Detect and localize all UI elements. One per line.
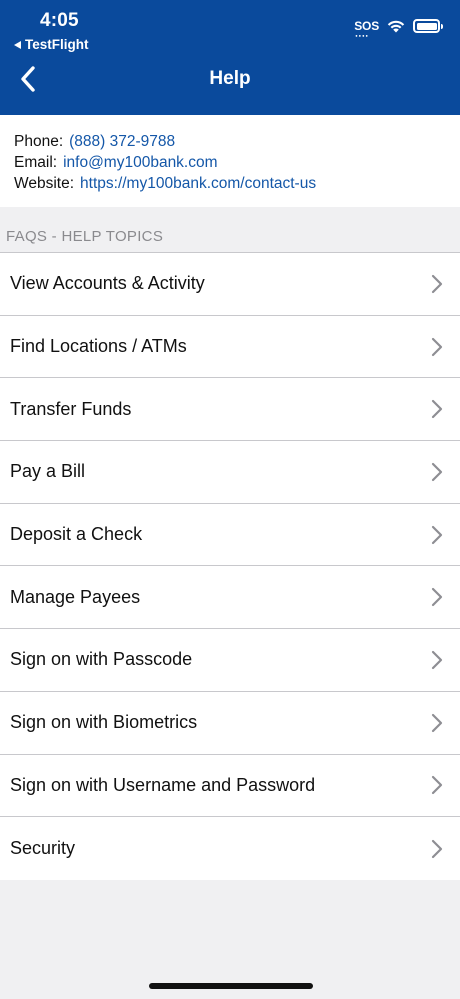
faq-item-label: Manage Payees xyxy=(10,586,141,607)
faq-item-label: Security xyxy=(10,838,76,859)
email-label: Email: xyxy=(14,154,58,171)
faq-item-label: Deposit a Check xyxy=(10,524,143,545)
email-link[interactable]: info@my100bank.com xyxy=(63,154,217,171)
chevron-right-icon xyxy=(431,713,443,732)
status-icons: SOS ●●●● xyxy=(354,19,443,38)
home-indicator[interactable] xyxy=(149,983,313,989)
sos-label: SOS xyxy=(354,19,379,33)
chevron-right-icon xyxy=(431,588,443,607)
email-row: Email: info@my100bank.com xyxy=(14,152,460,173)
faq-item-sign-on-biometrics[interactable]: Sign on with Biometrics xyxy=(0,692,460,755)
faq-item-label: Sign on with Biometrics xyxy=(10,712,198,733)
chevron-right-icon xyxy=(431,337,443,356)
chevron-right-icon xyxy=(431,776,443,795)
faq-item-security[interactable]: Security xyxy=(0,817,460,880)
faq-item-label: Pay a Bill xyxy=(10,461,86,482)
faq-item-sign-on-passcode[interactable]: Sign on with Passcode xyxy=(0,629,460,692)
chevron-right-icon xyxy=(431,274,443,293)
battery-icon xyxy=(413,19,443,33)
website-link[interactable]: https://my100bank.com/contact-us xyxy=(80,175,316,192)
back-to-testflight[interactable]: TestFlight xyxy=(14,37,89,52)
chevron-right-icon xyxy=(431,650,443,670)
website-row: Website: https://my100bank.com/contact-us xyxy=(14,173,460,194)
faq-item-manage-payees[interactable]: Manage Payees xyxy=(0,566,460,630)
page-title: Help xyxy=(209,68,251,89)
faq-item-label: View Accounts & Activity xyxy=(10,273,205,294)
faq-item-view-accounts[interactable]: View Accounts & Activity xyxy=(0,253,460,316)
faq-item-transfer-funds[interactable]: Transfer Funds xyxy=(0,378,460,442)
faq-item-label: Transfer Funds xyxy=(10,398,132,419)
faq-item-find-locations[interactable]: Find Locations / ATMs xyxy=(0,316,460,379)
website-label: Website: xyxy=(14,175,75,192)
phone-label: Phone: xyxy=(14,133,64,150)
back-app-label: TestFlight xyxy=(25,37,89,52)
faq-item-sign-on-username[interactable]: Sign on with Username and Password xyxy=(0,755,460,818)
chevron-right-icon xyxy=(431,462,443,482)
chevron-right-icon xyxy=(431,400,443,419)
chevron-right-icon xyxy=(431,839,443,858)
faq-item-pay-a-bill[interactable]: Pay a Bill xyxy=(0,441,460,504)
phone-link[interactable]: (888) 372-9788 xyxy=(69,133,175,150)
phone-row: Phone: (888) 372-9788 xyxy=(14,131,460,152)
chevron-right-icon xyxy=(431,525,443,544)
faq-item-label: Find Locations / ATMs xyxy=(10,336,187,357)
faq-item-label: Sign on with Username and Password xyxy=(10,774,316,795)
faq-list: View Accounts & Activity Find Locations … xyxy=(0,252,460,880)
signal-dots-icon: ●●●● xyxy=(355,33,369,38)
status-time: 4:05 xyxy=(40,10,79,31)
app-header: 4:05 TestFlight SOS ●●●● Help xyxy=(0,0,460,115)
faq-item-label: Sign on with Passcode xyxy=(10,649,193,670)
contact-info: Phone: (888) 372-9788 Email: info@my100ban… xyxy=(0,115,460,207)
back-triangle-icon xyxy=(14,40,21,49)
faq-item-deposit-check[interactable]: Deposit a Check xyxy=(0,504,460,567)
wifi-icon xyxy=(387,20,405,33)
faqs-section-header: FAQS - HELP TOPICS xyxy=(6,228,164,245)
sos-indicator: SOS ●●●● xyxy=(354,19,379,38)
